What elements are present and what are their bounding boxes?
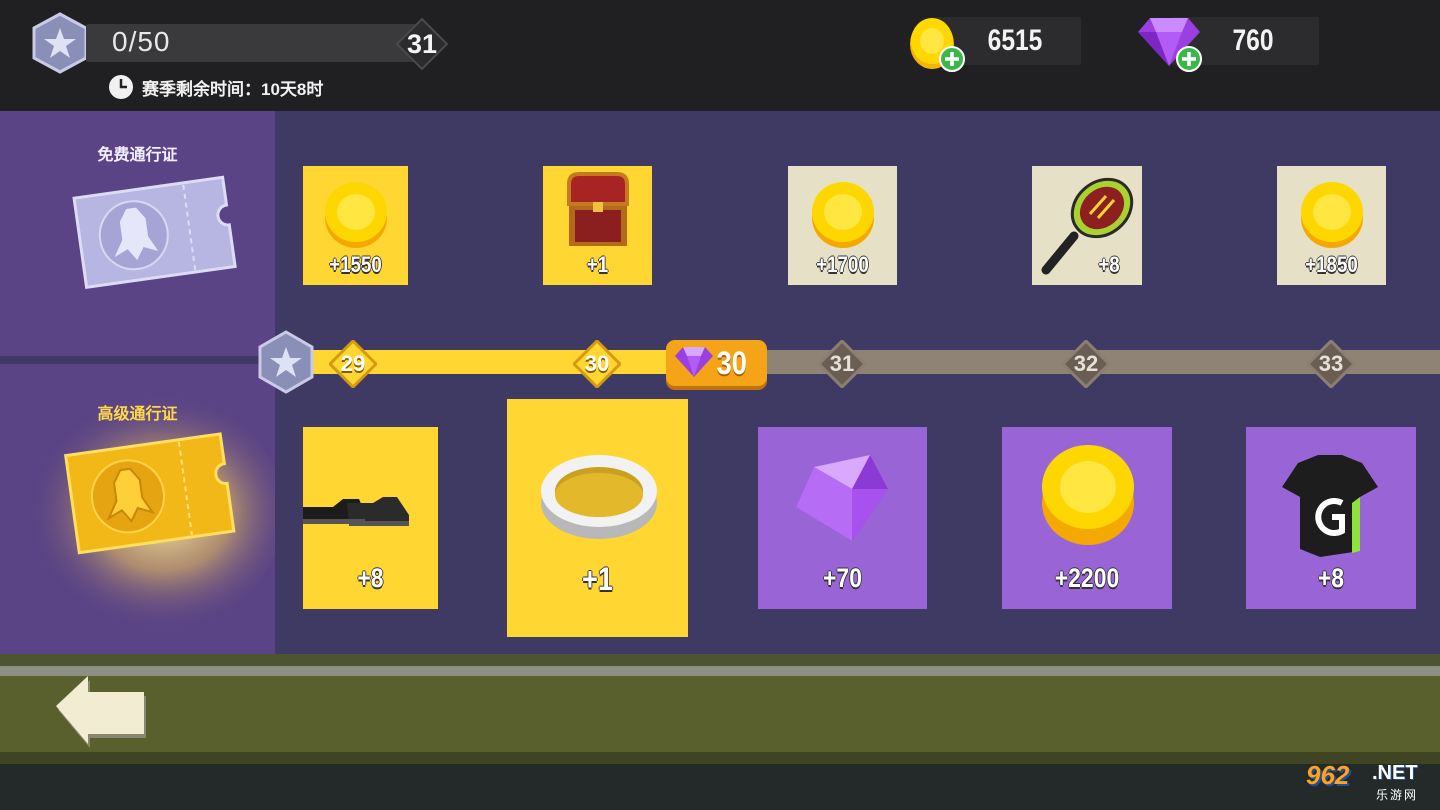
treasure-chest-icon xyxy=(567,172,629,246)
court-shadow xyxy=(0,752,1440,764)
gem-icon xyxy=(675,347,713,377)
add-gems-button[interactable] xyxy=(1176,46,1202,72)
reward-amount: +1550 xyxy=(329,252,382,277)
track-start-star-icon xyxy=(258,330,314,394)
reward-amount: +1850 xyxy=(1305,252,1358,277)
gem-amount: 760 xyxy=(1232,24,1274,57)
premium-pass-ticket-icon xyxy=(63,432,236,555)
level-number: 30 xyxy=(584,351,610,376)
season-timer-label: 赛季剩余时间：10天8时 xyxy=(142,79,324,99)
current-level-badge: 31 xyxy=(395,17,449,71)
court-line xyxy=(0,666,1440,676)
level-node: 29 xyxy=(327,338,379,390)
premium-pass-panel[interactable]: 高级通行证 xyxy=(0,364,275,654)
clock-icon xyxy=(109,75,133,99)
watermark-net: .NET xyxy=(1372,762,1418,784)
premium-reward-tile[interactable]: +8 xyxy=(1246,427,1416,609)
reward-amount: +2200 xyxy=(1054,563,1120,593)
current-level-number: 31 xyxy=(406,29,438,59)
free-reward-tile[interactable]: +8 xyxy=(1032,166,1142,285)
free-reward-tile[interactable]: +1850 xyxy=(1277,166,1386,285)
reward-amount: +1 xyxy=(586,252,609,277)
reward-amount: +1700 xyxy=(816,252,869,277)
free-reward-tile[interactable]: +1550 xyxy=(303,166,408,285)
premium-reward-tile[interactable]: +8 xyxy=(303,427,438,609)
free-pass-ticket-icon xyxy=(72,175,237,290)
panel-divider xyxy=(0,356,275,364)
watermark-brand: 962 xyxy=(1306,760,1350,790)
reward-amount: +8 xyxy=(1098,252,1120,277)
shoes-icon xyxy=(303,497,409,526)
free-reward-tile[interactable]: +1 xyxy=(543,166,652,285)
coins-icon xyxy=(812,182,874,248)
premium-reward-tile[interactable]: +2200 xyxy=(1002,427,1172,609)
level-number: 32 xyxy=(1073,351,1099,376)
premium-reward-tile[interactable]: +70 xyxy=(758,427,927,609)
rank-star-icon xyxy=(32,12,88,74)
back-arrow-button[interactable] xyxy=(54,676,150,752)
add-coins-button[interactable] xyxy=(939,46,965,72)
level-number: 29 xyxy=(340,351,366,376)
shirt-icon xyxy=(1282,455,1378,557)
current-level-marker: 30 xyxy=(666,340,767,386)
coins-icon xyxy=(325,182,387,248)
current-level-number: 30 xyxy=(716,345,747,381)
level-number: 33 xyxy=(1318,351,1344,376)
level-node: 33 xyxy=(1305,338,1357,390)
gem-icon xyxy=(796,455,888,541)
free-reward-tile[interactable]: +1700 xyxy=(788,166,897,285)
wristband-icon xyxy=(541,455,657,539)
level-node: 30 xyxy=(571,338,623,390)
reward-amount: +8 xyxy=(357,563,384,593)
free-pass-title: 免费通行证 xyxy=(97,147,178,164)
coin-amount: 6515 xyxy=(987,24,1043,57)
watermark-site: 乐游网 xyxy=(1376,788,1419,802)
court-floor xyxy=(0,676,1440,756)
bottom-strip xyxy=(0,764,1440,810)
reward-amount: +1 xyxy=(581,561,613,597)
level-node: 31 xyxy=(816,338,868,390)
level-node: 32 xyxy=(1060,338,1112,390)
premium-reward-tile[interactable]: +1 xyxy=(507,399,688,637)
coins-icon xyxy=(1042,445,1134,545)
season-timer: 赛季剩余时间：10天8时 xyxy=(108,74,323,100)
xp-progress-text: 0/50 xyxy=(112,26,171,57)
free-pass-panel: 免费通行证 xyxy=(0,111,275,356)
level-number: 31 xyxy=(829,351,855,376)
reward-amount: +8 xyxy=(1317,563,1345,593)
reward-amount: +70 xyxy=(823,563,862,593)
coins-icon xyxy=(1301,182,1363,248)
